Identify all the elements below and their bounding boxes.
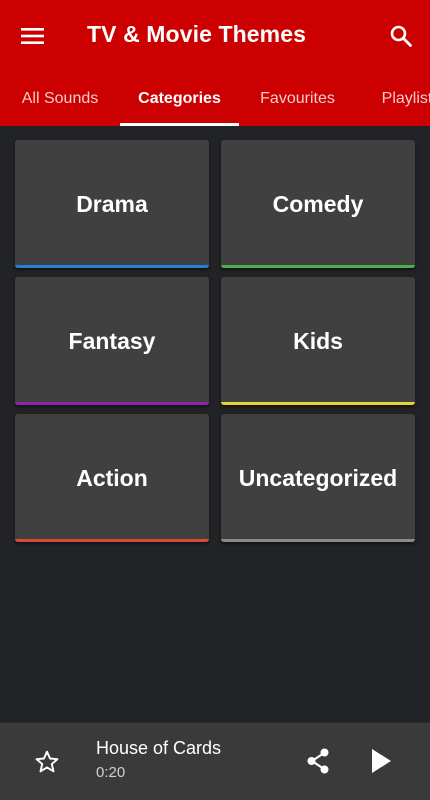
star-outline-icon [35,750,59,773]
tab-all-sounds[interactable]: All Sounds [0,72,120,126]
player-divider [0,722,430,723]
tab-bar: All Sounds Categories Favourites Playlis… [0,72,430,126]
category-card-fantasy[interactable]: Fantasy [15,277,209,405]
tab-categories[interactable]: Categories [120,72,239,126]
category-color-bar [221,539,415,542]
search-icon [390,25,412,47]
category-label: Fantasy [68,327,156,354]
category-card-kids[interactable]: Kids [221,277,415,405]
category-card-uncategorized[interactable]: Uncategorized [221,414,415,542]
tab-favourites[interactable]: Favourites [239,72,356,126]
active-tab-indicator [120,123,239,126]
category-label: Kids [293,327,343,354]
favourite-button[interactable] [30,745,64,779]
track-title: House of Cards [96,738,222,758]
category-label: Uncategorized [238,464,398,491]
play-icon [372,749,391,773]
hamburger-menu-icon [21,28,44,44]
category-color-bar [15,402,209,405]
category-label: Drama [76,190,148,217]
app-title: TV & Movie Themes [87,21,306,47]
category-color-bar [221,265,415,268]
category-card-comedy[interactable]: Comedy [221,140,415,268]
category-card-drama[interactable]: Drama [15,140,209,268]
category-color-bar [15,265,209,268]
tab-playlists[interactable]: Playlists [356,72,430,126]
track-time: 0:20 [96,764,126,781]
category-color-bar [221,402,415,405]
category-card-action[interactable]: Action [15,414,209,542]
app-bar: TV & Movie Themes All Sounds Categories … [0,0,430,126]
search-button[interactable] [382,18,420,54]
play-button[interactable] [362,742,400,780]
category-label: Action [76,464,148,491]
share-button[interactable] [300,743,336,779]
share-icon [307,748,329,774]
category-label: Comedy [272,190,364,217]
category-color-bar [15,539,209,542]
menu-button[interactable] [14,18,52,54]
